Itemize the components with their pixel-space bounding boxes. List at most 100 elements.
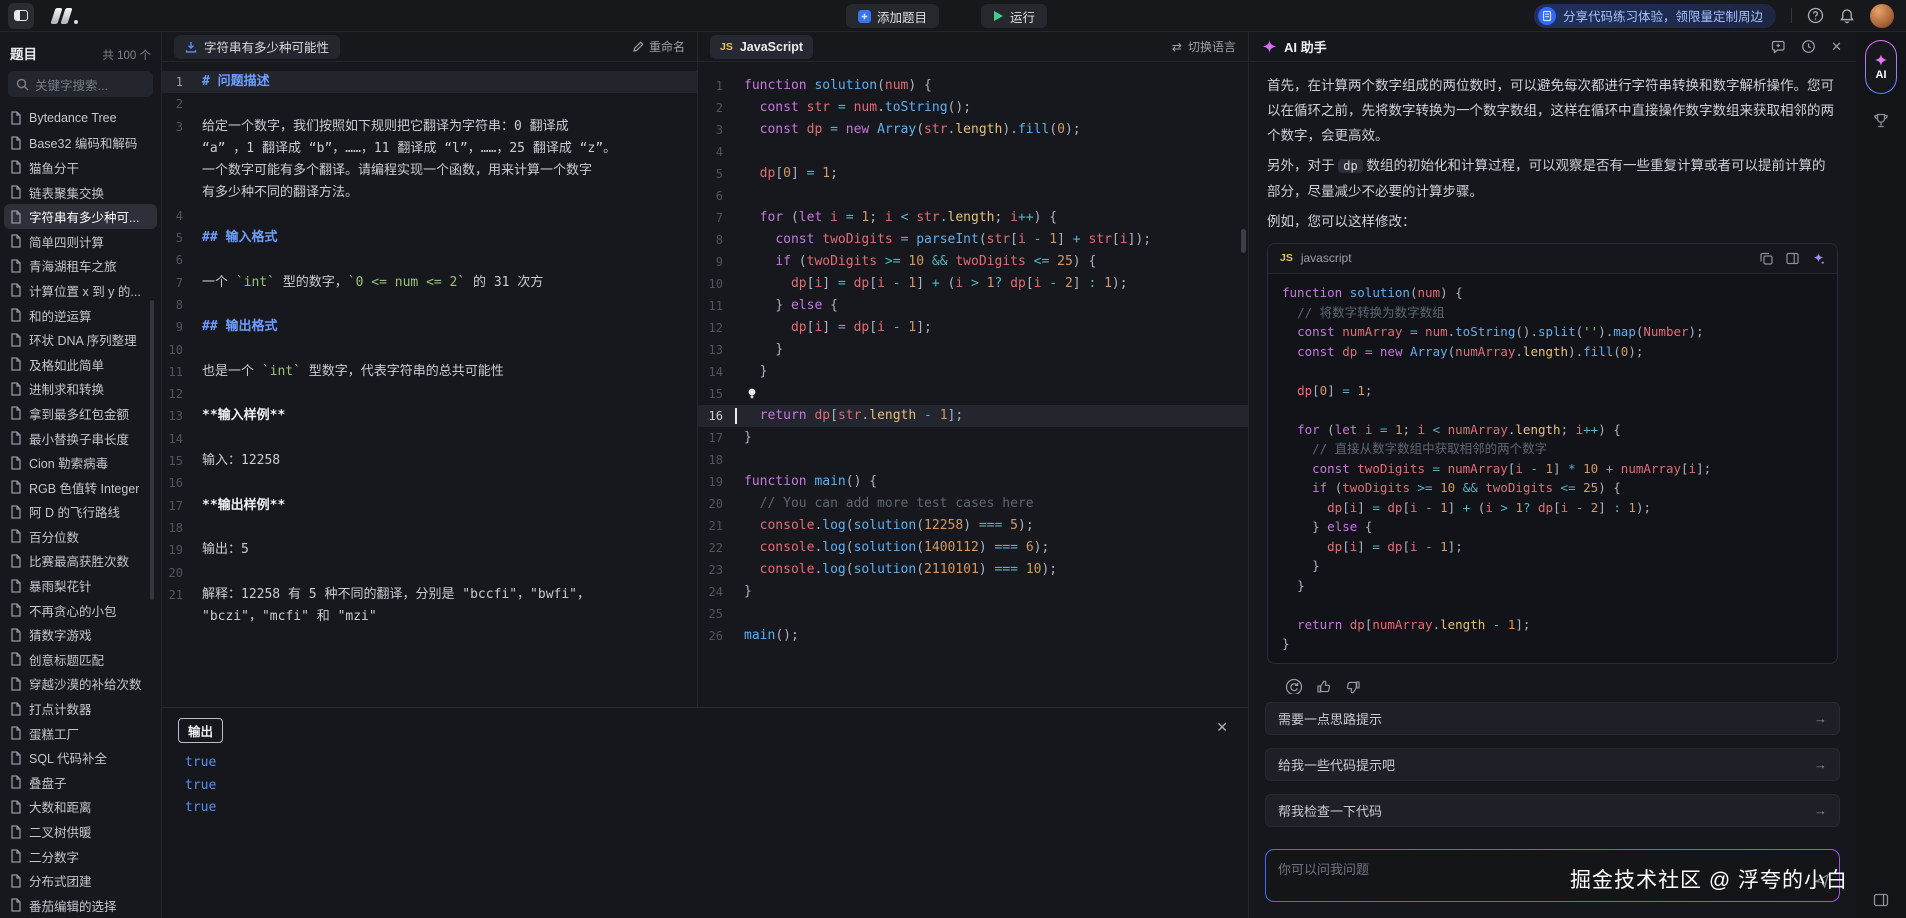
code-line[interactable]: 24} [698, 581, 1248, 603]
code-line[interactable]: 7 for (let i = 1; i < str.length; i++) { [698, 207, 1248, 229]
notifications-button[interactable] [1839, 8, 1855, 24]
sidebar-item[interactable]: 阿 D 的飞行路线 [0, 500, 161, 525]
user-avatar[interactable] [1870, 4, 1894, 28]
thumbs-down-button[interactable] [1345, 679, 1361, 695]
sidebar-item[interactable]: 和的逆运算 [0, 303, 161, 328]
thumbs-up-button[interactable] [1316, 679, 1332, 695]
sidebar-item[interactable]: 最小替换子串长度 [0, 426, 161, 451]
code-line[interactable]: 23 console.log(solution(2110101) === 10)… [698, 559, 1248, 581]
code-line[interactable]: 2 const str = num.toString(); [698, 97, 1248, 119]
achievements-button[interactable] [1872, 112, 1890, 130]
regenerate-button[interactable] [1285, 678, 1303, 695]
code-line[interactable]: 12 dp[i] = dp[i - 1]; [698, 317, 1248, 339]
code-line[interactable]: 3 const dp = new Array(str.length).fill(… [698, 119, 1248, 141]
sidebar-item[interactable]: 二叉树供暖 [0, 819, 161, 844]
code-line[interactable]: 9 if (twoDigits >= 10 && twoDigits <= 25… [698, 251, 1248, 273]
sidebar-item[interactable]: 简单四则计算 [0, 229, 161, 254]
sidebar-item[interactable]: 环状 DNA 序列整理 [0, 327, 161, 352]
sidebar-item[interactable]: 链表聚集交换 [0, 180, 161, 205]
ai-code-line [1282, 595, 1823, 615]
sidebar-item[interactable]: 猜数字游戏 [0, 622, 161, 647]
ai-suggestion-button[interactable]: 给我一些代码提示吧→ [1265, 748, 1840, 781]
sidebar-item[interactable]: 字符串有多少种可... [4, 204, 157, 229]
rename-button[interactable]: 重命名 [632, 38, 685, 55]
sidebar-item[interactable]: 青海湖租车之旅 [0, 254, 161, 279]
insert-code-button[interactable] [1786, 252, 1799, 265]
promo-banner[interactable]: 分享代码练习体验，领限量定制周边 [1534, 4, 1776, 28]
language-tab[interactable]: JS JavaScript [710, 35, 813, 59]
help-button[interactable] [1807, 7, 1824, 24]
output-close-icon[interactable]: ✕ [1216, 719, 1228, 736]
ai-code-line: return dp[numArray.length - 1]; [1282, 615, 1823, 635]
code-line[interactable]: 6 [698, 185, 1248, 207]
sidebar-item[interactable]: 计算位置 x 到 y 的... [0, 278, 161, 303]
code-line[interactable]: 17} [698, 427, 1248, 449]
problem-description-content[interactable]: 1# 问题描述23给定一个数字，我们按照如下规则把它翻译为字符串：0 翻译成“a… [162, 62, 697, 707]
code-editor-content[interactable]: 1function solution(num) {2 const str = n… [698, 62, 1248, 707]
switch-language-button[interactable]: ⇄ 切换语言 [1172, 38, 1236, 55]
sidebar-item[interactable]: 蛋糕工厂 [0, 721, 161, 746]
code-line[interactable]: 21 console.log(solution(12258) === 5); [698, 515, 1248, 537]
ai-suggestion-button[interactable]: 需要一点思路提示→ [1265, 702, 1840, 735]
copy-code-button[interactable] [1760, 252, 1773, 265]
ai-code-line: const twoDigits = numArray[i - 1] * 10 +… [1282, 459, 1823, 479]
collapse-panel-button[interactable] [1873, 892, 1889, 908]
code-line[interactable]: 10 dp[i] = dp[i - 1] + (i > 1? dp[i - 2]… [698, 273, 1248, 295]
sidebar-item[interactable]: 及格如此简单 [0, 352, 161, 377]
problem-tab[interactable]: 字符串有多少种可能性 [174, 35, 340, 59]
sidebar-scrollbar[interactable] [150, 300, 154, 600]
sidebar-item[interactable]: 番茄编辑的选择 [0, 893, 161, 918]
sidebar-item[interactable]: Base32 编码和解码 [0, 131, 161, 156]
new-chat-button[interactable] [1771, 40, 1786, 54]
magic-apply-button[interactable] [1812, 252, 1825, 265]
code-line[interactable]: 20 // You can add more test cases here [698, 493, 1248, 515]
sidebar-item[interactable]: 打点计数器 [0, 696, 161, 721]
sidebar-item[interactable]: Bytedance Tree [0, 106, 161, 131]
code-line[interactable]: 19function main() { [698, 471, 1248, 493]
sidebar-item[interactable]: RGB 色值转 Integer [0, 475, 161, 500]
panel-toggle-icon [1873, 892, 1889, 908]
sidebar-item[interactable]: 分布式团建 [0, 868, 161, 893]
sidebar-item[interactable]: 百分位数 [0, 524, 161, 549]
code-line[interactable]: 4 [698, 141, 1248, 163]
sidebar-item[interactable]: 叠盘子 [0, 770, 161, 795]
output-tab[interactable]: 输出 [178, 718, 223, 743]
sidebar-item[interactable]: 猫鱼分干 [0, 155, 161, 180]
sidebar-item[interactable]: 进制求和转换 [0, 377, 161, 402]
code-line[interactable]: 16 return dp[str.length - 1]; [698, 405, 1248, 427]
run-button[interactable]: 运行 [981, 4, 1047, 28]
add-problem-button[interactable]: 添加题目 [846, 4, 939, 28]
sidebar-item[interactable]: 比赛最高获胜次数 [0, 549, 161, 574]
sidebar-item[interactable]: SQL 代码补全 [0, 745, 161, 770]
sidebar-item[interactable]: 暴雨梨花针 [0, 573, 161, 598]
ai-assistant-panel: AI 助手 ✕ 首先，在计算两个数字组成的两位数时，可以避免每次都进行字符串转换… [1248, 32, 1856, 918]
code-line[interactable]: 15 [698, 383, 1248, 405]
history-button[interactable] [1801, 39, 1816, 54]
sidebar-item[interactable]: 大数和距离 [0, 795, 161, 820]
sidebar-toggle-button[interactable] [8, 3, 34, 29]
code-line[interactable]: 1function solution(num) { [698, 75, 1248, 97]
sidebar-item[interactable]: Cion 勒索病毒 [0, 450, 161, 475]
sidebar-item[interactable]: 二分数字 [0, 844, 161, 869]
marscode-logo[interactable] [48, 8, 80, 24]
ai-code-content[interactable]: function solution(num) { // 将数字转换为数字数组 c… [1268, 274, 1837, 663]
sidebar-item[interactable]: 不再贪心的小包 [0, 598, 161, 623]
editor-scrollbar[interactable] [1241, 229, 1246, 253]
code-line[interactable]: 13 } [698, 339, 1248, 361]
code-line[interactable]: 22 console.log(solution(1400112) === 6); [698, 537, 1248, 559]
code-line[interactable]: 26main(); [698, 625, 1248, 647]
bell-icon [1839, 8, 1855, 24]
sidebar-item[interactable]: 穿越沙漠的补给次数 [0, 672, 161, 697]
sidebar-item[interactable]: 创意标题匹配 [0, 647, 161, 672]
code-line[interactable]: 14 } [698, 361, 1248, 383]
code-line[interactable]: 5 dp[0] = 1; [698, 163, 1248, 185]
code-line[interactable]: 8 const twoDigits = parseInt(str[i - 1] … [698, 229, 1248, 251]
close-ai-panel-icon[interactable]: ✕ [1831, 39, 1842, 55]
ai-assistant-toggle[interactable]: AI [1865, 40, 1897, 94]
ai-suggestion-button[interactable]: 帮我检查一下代码→ [1265, 794, 1840, 827]
code-line[interactable]: 18 [698, 449, 1248, 471]
code-line[interactable]: 11 } else { [698, 295, 1248, 317]
code-line[interactable]: 25 [698, 603, 1248, 625]
sidebar-item[interactable]: 拿到最多红包金额 [0, 401, 161, 426]
search-input[interactable]: 关键字搜索... [8, 71, 153, 97]
